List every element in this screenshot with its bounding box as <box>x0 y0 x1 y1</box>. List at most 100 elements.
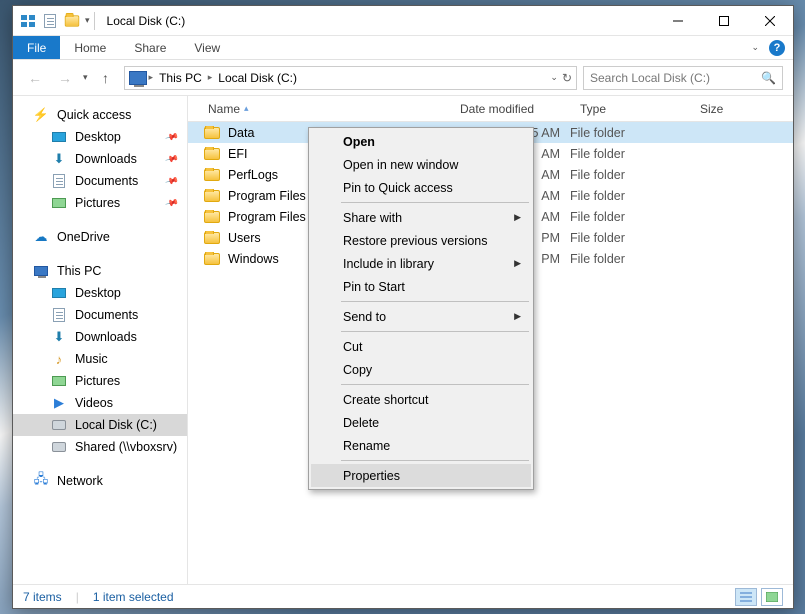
file-type: File folder <box>570 231 690 245</box>
file-name: Users <box>228 231 261 245</box>
nav-quick-item[interactable]: Desktop📌 <box>13 126 187 148</box>
pin-icon: 📌 <box>164 129 179 144</box>
tab-home[interactable]: Home <box>60 36 120 59</box>
ribbon-tabs: File Home Share View ⌄ ? <box>13 36 793 60</box>
crumb-local-disk[interactable]: Local Disk (C:) <box>214 71 301 85</box>
file-name: EFI <box>228 147 247 161</box>
nav-onedrive[interactable]: ☁ OneDrive <box>13 226 187 248</box>
folder-icon <box>204 232 220 244</box>
details-view-button[interactable] <box>735 588 757 606</box>
context-menu-item[interactable]: Restore previous versions <box>311 229 531 252</box>
documents-icon <box>51 307 67 323</box>
submenu-arrow-icon: ▶ <box>514 212 521 223</box>
search-input[interactable]: Search Local Disk (C:) 🔍 <box>583 66 783 90</box>
tab-share[interactable]: Share <box>120 36 180 59</box>
file-name: Data <box>228 126 254 140</box>
nav-pc-item[interactable]: Documents <box>13 304 187 326</box>
nav-quick-item[interactable]: Documents📌 <box>13 170 187 192</box>
pin-icon: 📌 <box>164 195 179 210</box>
pictures-icon <box>51 195 67 211</box>
menu-separator <box>341 460 529 461</box>
new-folder-qat-icon[interactable] <box>63 12 81 30</box>
context-menu-item[interactable]: Properties <box>311 464 531 487</box>
history-dropdown-icon[interactable]: ▾ <box>83 72 88 83</box>
pin-icon: 📌 <box>164 151 179 166</box>
context-menu-item[interactable]: Create shortcut <box>311 388 531 411</box>
nav-this-pc[interactable]: This PC <box>13 260 187 282</box>
window-title: Local Disk (C:) <box>107 14 186 28</box>
context-menu-item[interactable]: Pin to Start <box>311 275 531 298</box>
submenu-arrow-icon: ▶ <box>514 258 521 269</box>
context-menu-item[interactable]: Copy <box>311 358 531 381</box>
file-name: Windows <box>228 252 279 266</box>
nav-pc-item[interactable]: Local Disk (C:) <box>13 414 187 436</box>
refresh-icon[interactable]: ↻ <box>562 71 572 85</box>
minimize-button[interactable] <box>655 6 701 35</box>
help-icon[interactable]: ? <box>769 40 785 56</box>
thumbnails-view-button[interactable] <box>761 588 783 606</box>
qat-dropdown-icon[interactable]: ▾ <box>85 15 90 26</box>
pin-icon: 📌 <box>164 173 179 188</box>
nav-pc-item[interactable]: ▶Videos <box>13 392 187 414</box>
address-dropdown-icon[interactable]: ⌄ <box>550 72 558 83</box>
column-type[interactable]: Type <box>570 96 690 121</box>
nav-pc-item[interactable]: Desktop <box>13 282 187 304</box>
file-type: File folder <box>570 252 690 266</box>
context-menu-item[interactable]: Share with▶ <box>311 206 531 229</box>
file-type: File folder <box>570 126 690 140</box>
context-menu-item[interactable]: Cut <box>311 335 531 358</box>
context-menu-item[interactable]: Delete <box>311 411 531 434</box>
column-name[interactable]: Name▴ <box>188 96 450 121</box>
column-size[interactable]: Size <box>690 96 793 121</box>
content-pane: Name▴ Date modified Type Size Data5/14/2… <box>188 96 793 584</box>
context-menu-item[interactable]: Pin to Quick access <box>311 176 531 199</box>
back-button[interactable]: ← <box>23 66 47 90</box>
menu-separator <box>341 202 529 203</box>
column-headers: Name▴ Date modified Type Size <box>188 96 793 122</box>
nav-pc-item[interactable]: ♪Music <box>13 348 187 370</box>
context-menu: OpenOpen in new windowPin to Quick acces… <box>308 127 534 490</box>
file-list[interactable]: Data5/14/2015 2:15 AMFile folderEFIAMFil… <box>188 122 793 584</box>
context-menu-item[interactable]: Open <box>311 130 531 153</box>
menu-separator <box>341 384 529 385</box>
column-date[interactable]: Date modified <box>450 96 570 121</box>
downloads-icon: ⬇ <box>51 151 67 167</box>
search-icon: 🔍 <box>761 71 776 85</box>
nav-quick-access[interactable]: ⚡ Quick access <box>13 104 187 126</box>
maximize-button[interactable] <box>701 6 747 35</box>
ribbon-expand-icon[interactable]: ⌄ <box>751 42 759 53</box>
context-menu-item[interactable]: Include in library▶ <box>311 252 531 275</box>
close-button[interactable] <box>747 6 793 35</box>
tab-view[interactable]: View <box>180 36 234 59</box>
title-bar: ▾ Local Disk (C:) <box>13 6 793 36</box>
nav-pc-item[interactable]: ⬇Downloads <box>13 326 187 348</box>
file-tab[interactable]: File <box>13 36 60 59</box>
folder-icon <box>204 127 220 139</box>
nav-pc-item[interactable]: Shared (\\vboxsrv) <box>13 436 187 458</box>
file-type: File folder <box>570 210 690 224</box>
chevron-right-icon[interactable]: ▸ <box>208 72 213 83</box>
videos-icon: ▶ <box>51 395 67 411</box>
properties-qat-icon[interactable] <box>41 12 59 30</box>
status-bar: 7 items | 1 item selected <box>13 584 793 608</box>
folder-icon <box>204 169 220 181</box>
status-item-count: 7 items <box>23 590 62 604</box>
desktop-icon <box>51 285 67 301</box>
folder-icon <box>204 148 220 160</box>
navigation-bar: ← → ▾ ↑ ▸ This PC ▸ Local Disk (C:) ⌄ ↻ … <box>13 60 793 96</box>
forward-button[interactable]: → <box>53 66 77 90</box>
disk-icon <box>51 439 67 455</box>
nav-quick-item[interactable]: Pictures📌 <box>13 192 187 214</box>
address-bar[interactable]: ▸ This PC ▸ Local Disk (C:) ⌄ ↻ <box>124 66 577 90</box>
nav-quick-item[interactable]: ⬇Downloads📌 <box>13 148 187 170</box>
nav-pc-item[interactable]: Pictures <box>13 370 187 392</box>
sort-indicator-icon: ▴ <box>244 103 249 114</box>
context-menu-item[interactable]: Send to▶ <box>311 305 531 328</box>
menu-separator <box>341 331 529 332</box>
crumb-this-pc[interactable]: This PC <box>155 71 206 85</box>
chevron-right-icon[interactable]: ▸ <box>149 72 154 83</box>
nav-network[interactable]: 🖧 Network <box>13 470 187 492</box>
context-menu-item[interactable]: Open in new window <box>311 153 531 176</box>
up-button[interactable]: ↑ <box>94 66 118 90</box>
context-menu-item[interactable]: Rename <box>311 434 531 457</box>
